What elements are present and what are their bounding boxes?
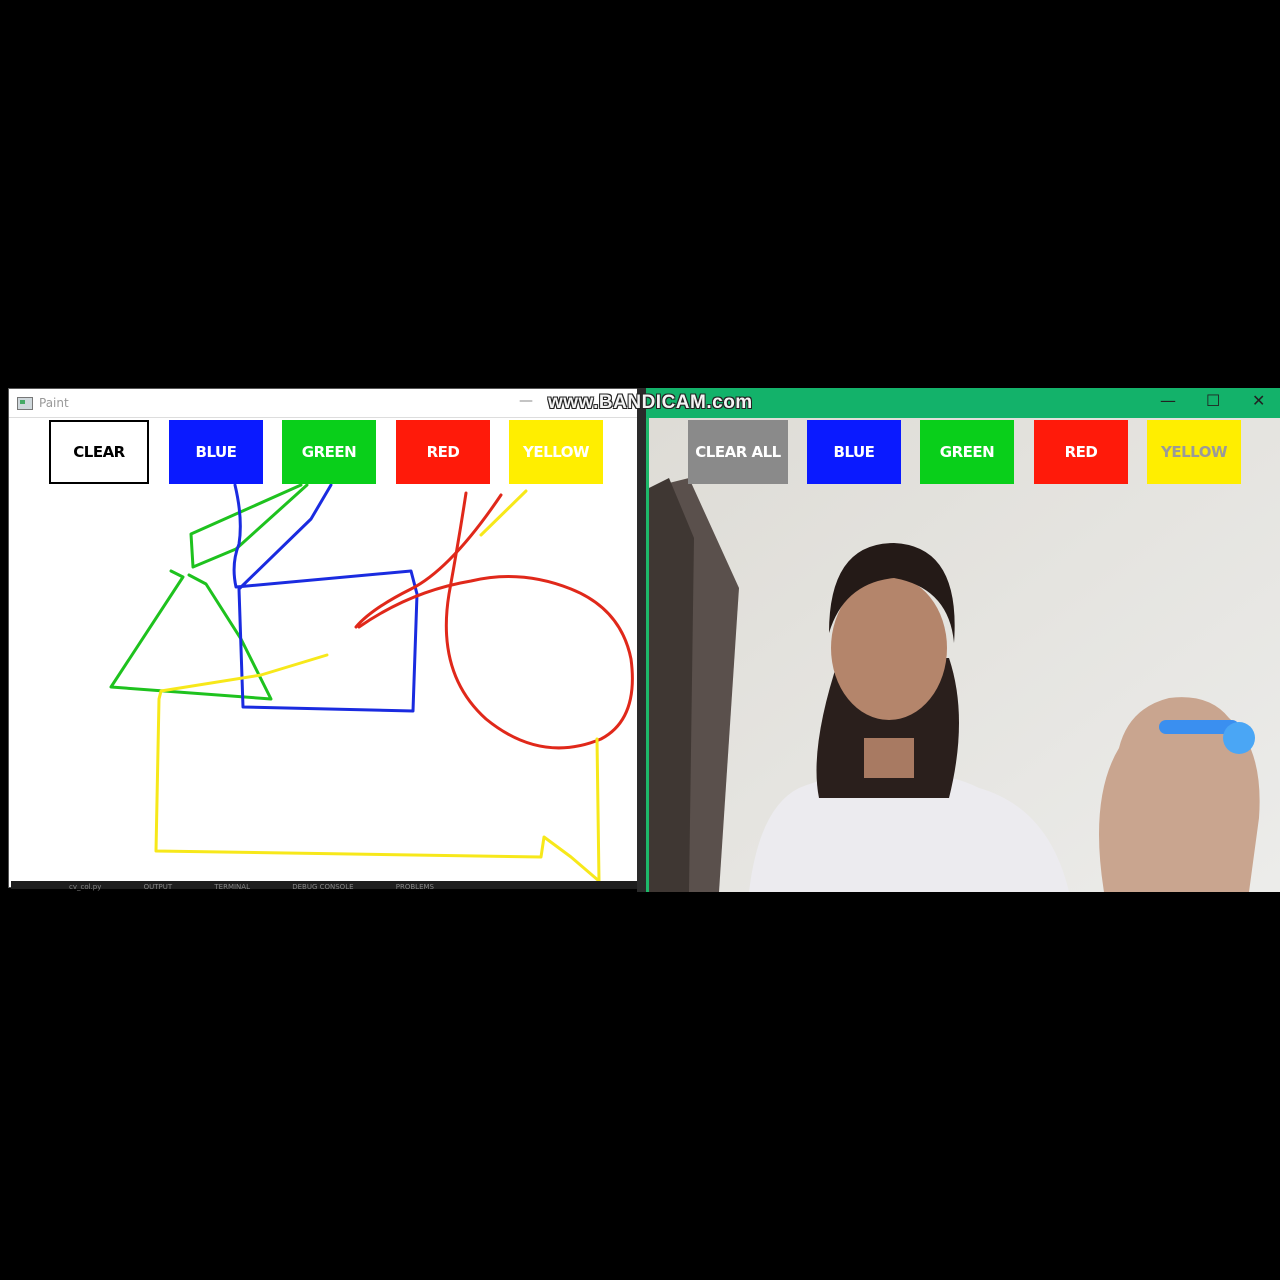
panel-tab-terminal[interactable]: TERMINAL	[214, 883, 250, 891]
panel-tab-output[interactable]: OUTPUT	[144, 883, 173, 891]
clear-all-button-label: CLEAR ALL	[695, 443, 781, 461]
close-icon[interactable]: ✕	[1252, 391, 1265, 410]
yellow-stroke	[154, 653, 601, 883]
drawing-strokes	[109, 483, 634, 883]
blue-button[interactable]: BLUE	[169, 420, 263, 484]
shelf-dark	[649, 478, 694, 892]
green-stroke	[189, 483, 309, 569]
blue-button-label: BLUE	[195, 443, 237, 461]
yellow-button-label: YELLOW	[523, 443, 590, 461]
watermark-text: www.BANDICAM.com	[548, 392, 753, 413]
blue-button[interactable]: BLUE	[807, 420, 901, 484]
panel-tab-file[interactable]: cv_col.py	[69, 883, 101, 891]
blue-marker-cap	[1223, 722, 1255, 754]
clear-all-button[interactable]: CLEAR ALL	[688, 420, 788, 484]
green-button[interactable]: GREEN	[282, 420, 376, 484]
red-stroke	[354, 493, 503, 629]
green-button[interactable]: GREEN	[920, 420, 1014, 484]
camera-window: — ☐ ✕ CLEAR ALL BLUE GREEN RED YELLOW	[646, 388, 1280, 892]
app-icon	[17, 397, 33, 410]
clear-button[interactable]: CLEAR	[49, 420, 149, 484]
yellow-button-label: YELLOW	[1161, 443, 1228, 461]
blue-button-label: BLUE	[833, 443, 875, 461]
paint-window: Paint — CLEAR BLUE GREEN RED YELLOW cv_c…	[8, 388, 640, 891]
camera-scene	[649, 418, 1280, 892]
red-button[interactable]: RED	[396, 420, 490, 484]
paint-canvas[interactable]	[11, 419, 637, 885]
green-stroke	[109, 569, 273, 701]
panel-tab-problems[interactable]: PROBLEMS	[396, 883, 434, 891]
green-button-label: GREEN	[301, 443, 357, 461]
window-title: Paint	[39, 396, 69, 410]
red-button-label: RED	[426, 443, 460, 461]
desktop-gap	[637, 388, 646, 892]
camera-feed	[649, 418, 1280, 892]
paint-title-bar[interactable]: Paint —	[9, 389, 639, 418]
minimize-icon[interactable]: —	[1160, 391, 1176, 410]
minimize-button[interactable]: —	[519, 393, 533, 409]
yellow-button[interactable]: YELLOW	[509, 420, 603, 484]
red-button[interactable]: RED	[1034, 420, 1128, 484]
panel-tab-debug-console[interactable]: DEBUG CONSOLE	[292, 883, 353, 891]
red-button-label: RED	[1064, 443, 1098, 461]
green-button-label: GREEN	[939, 443, 995, 461]
yellow-button[interactable]: YELLOW	[1147, 420, 1241, 484]
clear-button-label: CLEAR	[73, 443, 125, 461]
maximize-icon[interactable]: ☐	[1206, 391, 1220, 410]
person-neck	[864, 738, 914, 778]
editor-panel-tabs: cv_col.py OUTPUT TERMINAL DEBUG CONSOLE …	[69, 883, 474, 891]
